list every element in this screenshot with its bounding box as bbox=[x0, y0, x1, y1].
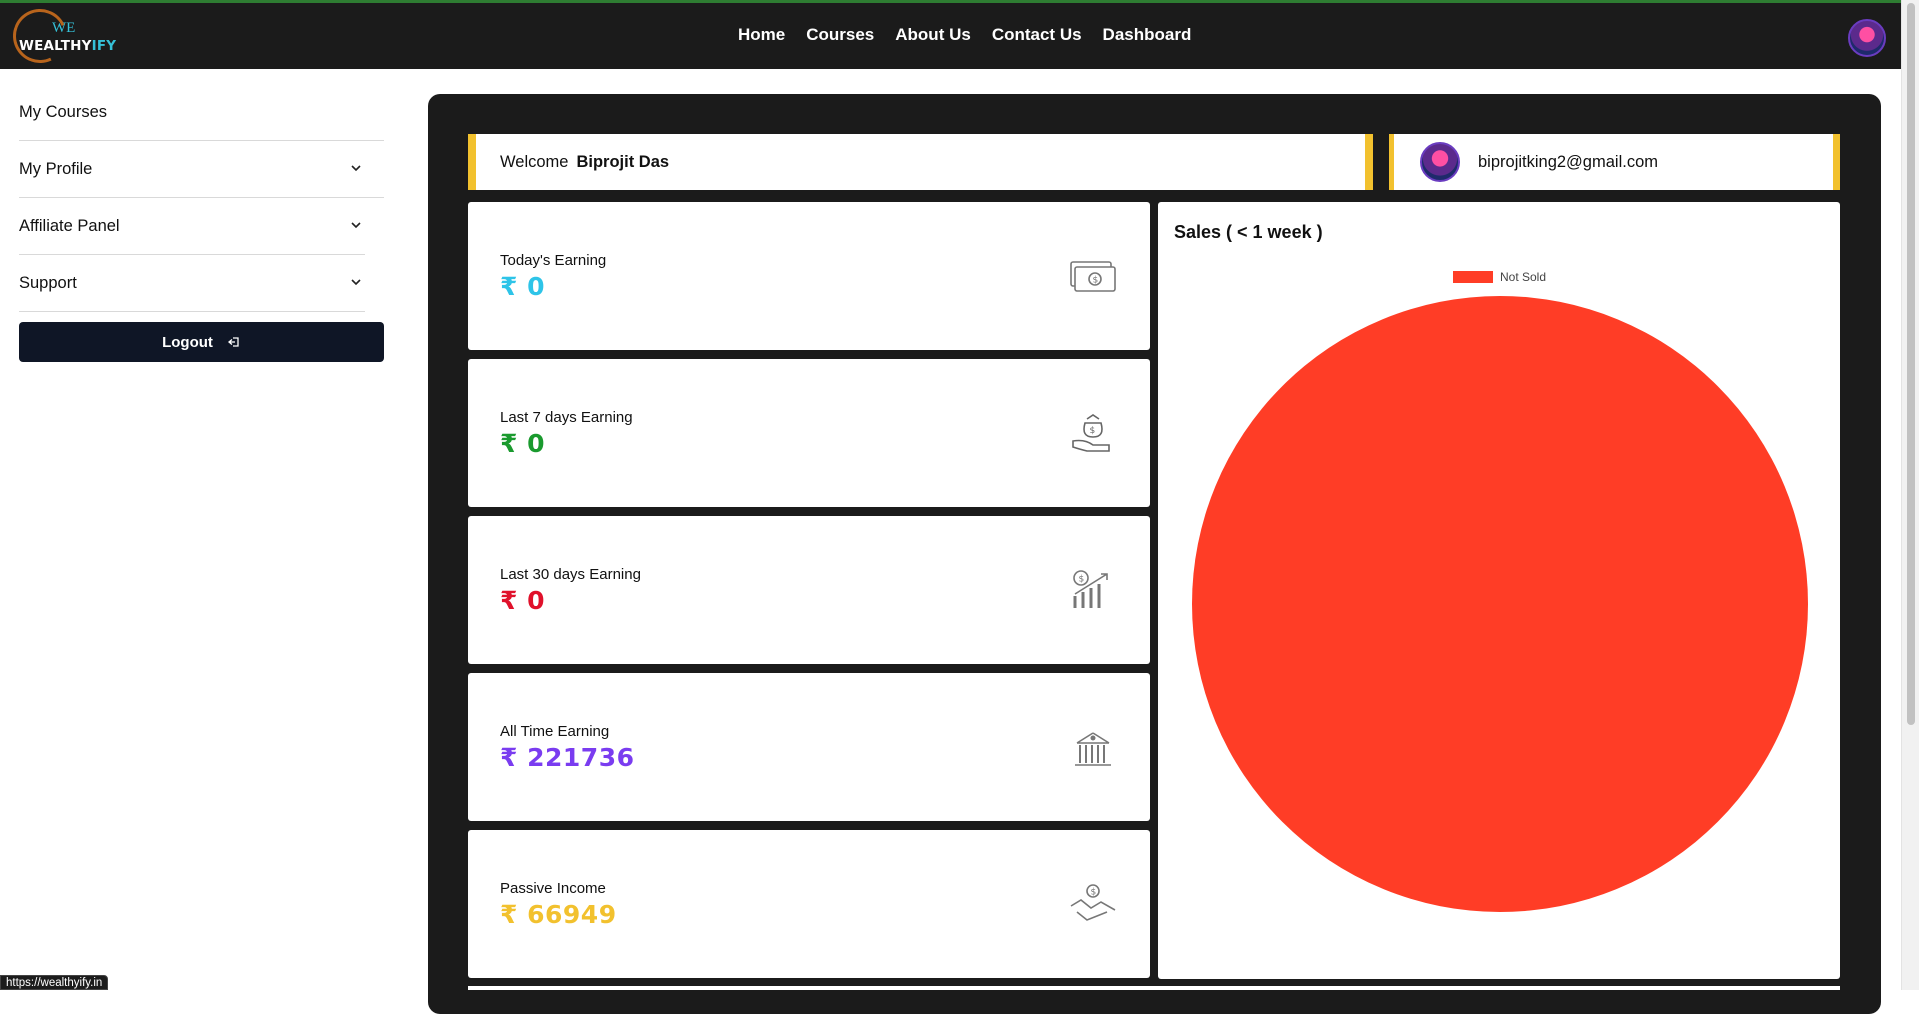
nav-about-link[interactable]: About Us bbox=[895, 25, 971, 45]
welcome-prefix: Welcome bbox=[500, 152, 569, 171]
card-title: Passive Income bbox=[500, 880, 606, 897]
logo-wordmark: WEALTHYIFY bbox=[19, 38, 117, 54]
next-section-edge bbox=[468, 986, 1840, 990]
earning-card-7-days: Last 7 days Earning ₹ 0 $ bbox=[468, 359, 1150, 507]
sidebar-item-label: My Courses bbox=[19, 102, 108, 121]
status-bar-url: https://wealthyify.in bbox=[0, 975, 109, 990]
bank-building-icon bbox=[1075, 732, 1111, 766]
nav-home-link[interactable]: Home bbox=[738, 25, 785, 45]
card-value: ₹ 0 bbox=[500, 586, 546, 615]
nav-courses-link[interactable]: Courses bbox=[806, 25, 874, 45]
card-value: ₹ 221736 bbox=[500, 743, 635, 772]
sidebar-item-my-profile[interactable]: My Profile bbox=[19, 141, 384, 198]
sidebar-item-support[interactable]: Support bbox=[19, 255, 365, 312]
sidebar-item-label: Support bbox=[19, 273, 77, 292]
logo-we-text: WE bbox=[52, 20, 76, 36]
earning-card-30-days: Last 30 days Earning ₹ 0 $ bbox=[468, 516, 1150, 664]
card-value: ₹ 0 bbox=[500, 429, 546, 458]
main-nav: Home Courses About Us Contact Us Dashboa… bbox=[738, 25, 1212, 45]
card-value: ₹ 66949 bbox=[500, 900, 617, 929]
chart-title: Sales ( < 1 week ) bbox=[1174, 222, 1323, 242]
user-email: biprojitking2@gmail.com bbox=[1478, 152, 1658, 171]
svg-text:$: $ bbox=[1091, 888, 1097, 898]
card-value: ₹ 0 bbox=[500, 272, 546, 301]
chevron-down-icon bbox=[351, 279, 361, 286]
chevron-down-icon bbox=[351, 165, 361, 172]
sales-chart-card: Sales ( < 1 week ) Not Sold bbox=[1158, 202, 1840, 979]
sidebar-item-label: My Profile bbox=[19, 159, 93, 178]
welcome-user-name: Biprojit Das bbox=[576, 152, 670, 171]
chevron-down-icon bbox=[351, 222, 361, 229]
legend-swatch bbox=[1453, 271, 1493, 283]
sidebar: My Courses My Profile Affiliate Panel Su… bbox=[19, 84, 384, 362]
svg-text:$: $ bbox=[1090, 426, 1096, 436]
logout-icon bbox=[227, 337, 239, 347]
top-navbar: WE WEALTHYIFY Home Courses About Us Cont… bbox=[0, 0, 1901, 71]
svg-text:$: $ bbox=[1093, 276, 1099, 286]
sidebar-item-affiliate-panel[interactable]: Affiliate Panel bbox=[19, 198, 365, 255]
user-email-box: biprojitking2@gmail.com bbox=[1389, 134, 1840, 190]
card-title: Today's Earning bbox=[500, 252, 607, 269]
card-title: Last 7 days Earning bbox=[500, 409, 633, 426]
user-avatar[interactable] bbox=[1848, 19, 1886, 57]
nav-contact-link[interactable]: Contact Us bbox=[992, 25, 1082, 45]
earning-card-all-time: All Time Earning ₹ 221736 bbox=[468, 673, 1150, 821]
page-scrollbar[interactable] bbox=[1901, 0, 1919, 990]
pie-slice-not-sold[interactable] bbox=[1192, 296, 1808, 912]
welcome-banner: Welcome Biprojit Das bbox=[468, 134, 1373, 190]
passive-income-card: Passive Income ₹ 66949 $ bbox=[468, 830, 1150, 978]
card-title: Last 30 days Earning bbox=[500, 566, 641, 583]
nav-dashboard-link[interactable]: Dashboard bbox=[1103, 25, 1192, 45]
sidebar-item-label: Affiliate Panel bbox=[19, 216, 120, 235]
logout-button[interactable]: Logout bbox=[19, 322, 384, 362]
earning-card-today: Today's Earning ₹ 0 $ bbox=[468, 202, 1150, 350]
legend-label: Not Sold bbox=[1500, 270, 1547, 284]
cash-stack-icon: $ bbox=[1070, 261, 1116, 292]
user-avatar-small bbox=[1420, 142, 1460, 182]
growth-chart-icon: $ bbox=[1073, 570, 1108, 608]
svg-text:$: $ bbox=[1079, 575, 1085, 585]
sidebar-item-my-courses[interactable]: My Courses bbox=[19, 84, 384, 141]
logout-label: Logout bbox=[162, 333, 213, 351]
wealthyify-logo[interactable]: WE WEALTHYIFY bbox=[5, 1, 116, 71]
card-title: All Time Earning bbox=[500, 723, 610, 740]
chart-legend[interactable]: Not Sold bbox=[1453, 270, 1546, 284]
money-bag-hand-icon: $ bbox=[1072, 414, 1110, 452]
handshake-dollar-icon: $ bbox=[1070, 884, 1116, 921]
sales-pie-chart[interactable] bbox=[1190, 294, 1810, 914]
scrollbar-thumb[interactable] bbox=[1907, 3, 1915, 725]
